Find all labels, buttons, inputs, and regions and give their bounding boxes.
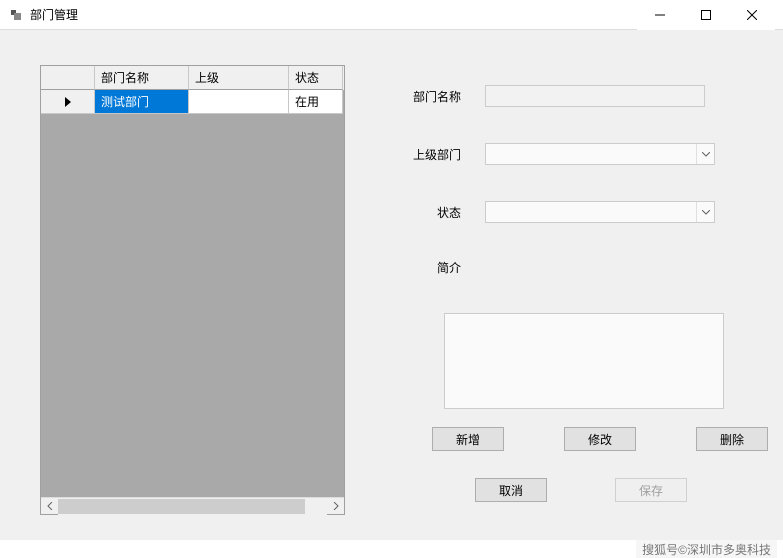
grid-header-status[interactable]: 状态 — [289, 66, 343, 90]
cell-name[interactable]: 测试部门 — [95, 90, 189, 114]
label-name: 部门名称 — [390, 88, 485, 105]
name-field[interactable] — [485, 85, 705, 107]
chevron-down-icon — [696, 144, 714, 164]
scroll-left-icon[interactable] — [41, 498, 58, 515]
close-button[interactable] — [729, 0, 775, 30]
row-status: 状态 — [390, 201, 735, 223]
save-button[interactable]: 保存 — [615, 478, 687, 502]
grid-header-rowselector[interactable] — [41, 66, 95, 90]
label-parent: 上级部门 — [390, 146, 485, 163]
scroll-track[interactable] — [58, 498, 327, 515]
row-indicator[interactable] — [41, 90, 95, 114]
add-button[interactable]: 新增 — [432, 427, 504, 451]
grid-body: 测试部门 在用 — [41, 90, 344, 497]
titlebar: 部门管理 — [0, 0, 783, 30]
current-row-icon — [64, 97, 72, 107]
delete-button[interactable]: 删除 — [696, 427, 768, 451]
detail-form: 部门名称 上级部门 状态 简介 — [390, 85, 735, 286]
app-icon — [8, 7, 24, 23]
cell-parent[interactable] — [189, 90, 289, 114]
chevron-down-icon — [696, 202, 714, 222]
cancel-button[interactable]: 取消 — [475, 478, 547, 502]
scroll-right-icon[interactable] — [327, 498, 344, 515]
window-title: 部门管理 — [30, 6, 637, 23]
grid-header-parent[interactable]: 上级 — [189, 66, 289, 90]
label-status: 状态 — [390, 204, 485, 221]
window-controls — [637, 0, 775, 30]
intro-textarea[interactable] — [444, 313, 724, 409]
action-buttons: 取消 保存 — [475, 478, 687, 502]
watermark: 搜狐号©深圳市多奥科技 — [636, 540, 777, 558]
department-grid[interactable]: 部门名称 上级 状态 测试部门 在用 — [40, 65, 345, 515]
label-intro: 简介 — [390, 259, 485, 276]
crud-buttons: 新增 修改 删除 — [432, 427, 768, 451]
scroll-thumb[interactable] — [58, 499, 305, 514]
grid-header-row: 部门名称 上级 状态 — [41, 66, 344, 90]
row-intro: 简介 — [390, 259, 735, 276]
table-row[interactable]: 测试部门 在用 — [41, 90, 344, 114]
cell-status[interactable]: 在用 — [289, 90, 343, 114]
row-name: 部门名称 — [390, 85, 735, 107]
maximize-button[interactable] — [683, 0, 729, 30]
edit-button[interactable]: 修改 — [564, 427, 636, 451]
status-select[interactable] — [485, 201, 715, 223]
row-parent: 上级部门 — [390, 143, 735, 165]
grid-header-name[interactable]: 部门名称 — [95, 66, 189, 90]
parent-select[interactable] — [485, 143, 715, 165]
horizontal-scrollbar[interactable] — [41, 497, 344, 514]
content-area: 部门名称 上级 状态 测试部门 在用 部门名称 上级部门 — [0, 30, 783, 540]
minimize-button[interactable] — [637, 0, 683, 30]
